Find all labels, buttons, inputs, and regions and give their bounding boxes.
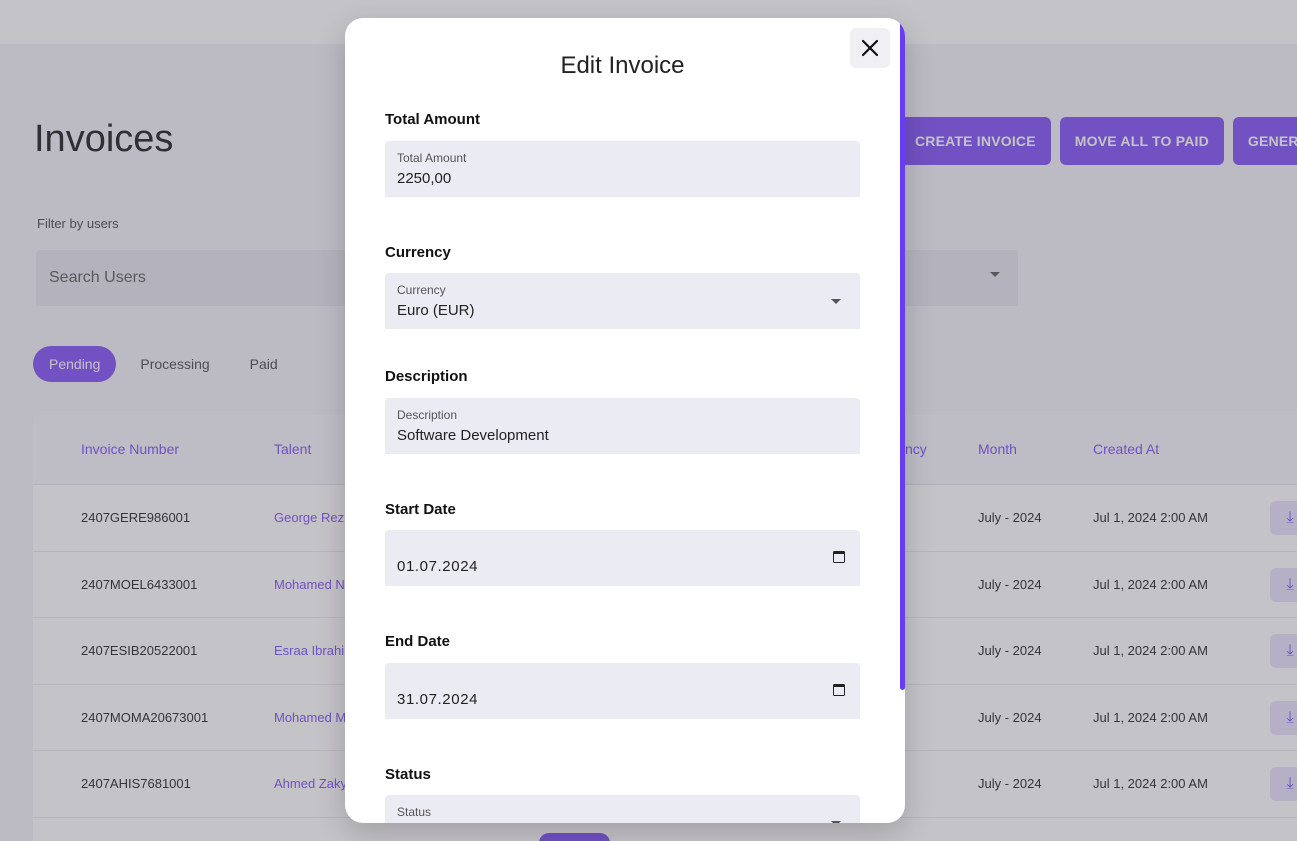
status-heading: Status — [385, 766, 431, 783]
status-label: Status — [397, 805, 432, 819]
start-date-value: 01.07.2024 — [397, 558, 479, 575]
chevron-down-icon[interactable] — [831, 821, 841, 823]
currency-label: Currency — [397, 283, 446, 297]
description-label: Description — [397, 408, 458, 422]
total-amount-value: 2250,00 — [397, 170, 452, 187]
description-heading: Description — [385, 368, 468, 385]
edit-invoice-dialog: Edit Invoice Total Amount Total Amount 2… — [345, 18, 905, 823]
currency-select[interactable]: Currency Euro (EUR) — [385, 273, 860, 329]
end-date-input[interactable]: 31.07.2024 — [385, 663, 860, 719]
description-input[interactable]: Description Software Development — [385, 398, 860, 454]
close-button[interactable] — [850, 28, 890, 68]
total-amount-input[interactable]: Total Amount 2250,00 — [385, 141, 860, 197]
chevron-down-icon[interactable] — [831, 299, 841, 304]
dialog-title: Edit Invoice — [560, 52, 685, 79]
total-amount-label: Total Amount — [397, 151, 467, 165]
status-select[interactable]: Status — [385, 795, 860, 823]
currency-value: Euro (EUR) — [397, 302, 475, 319]
calendar-icon[interactable] — [833, 551, 845, 563]
currency-heading: Currency — [385, 244, 451, 261]
end-date-value: 31.07.2024 — [397, 691, 479, 708]
start-date-heading: Start Date — [385, 501, 456, 518]
dialog-scrollbar[interactable] — [900, 18, 905, 690]
start-date-input[interactable]: 01.07.2024 — [385, 530, 860, 586]
total-amount-heading: Total Amount — [385, 111, 480, 128]
end-date-heading: End Date — [385, 633, 451, 650]
description-value: Software Development — [397, 427, 549, 444]
close-icon — [861, 39, 879, 57]
calendar-icon[interactable] — [833, 684, 845, 696]
